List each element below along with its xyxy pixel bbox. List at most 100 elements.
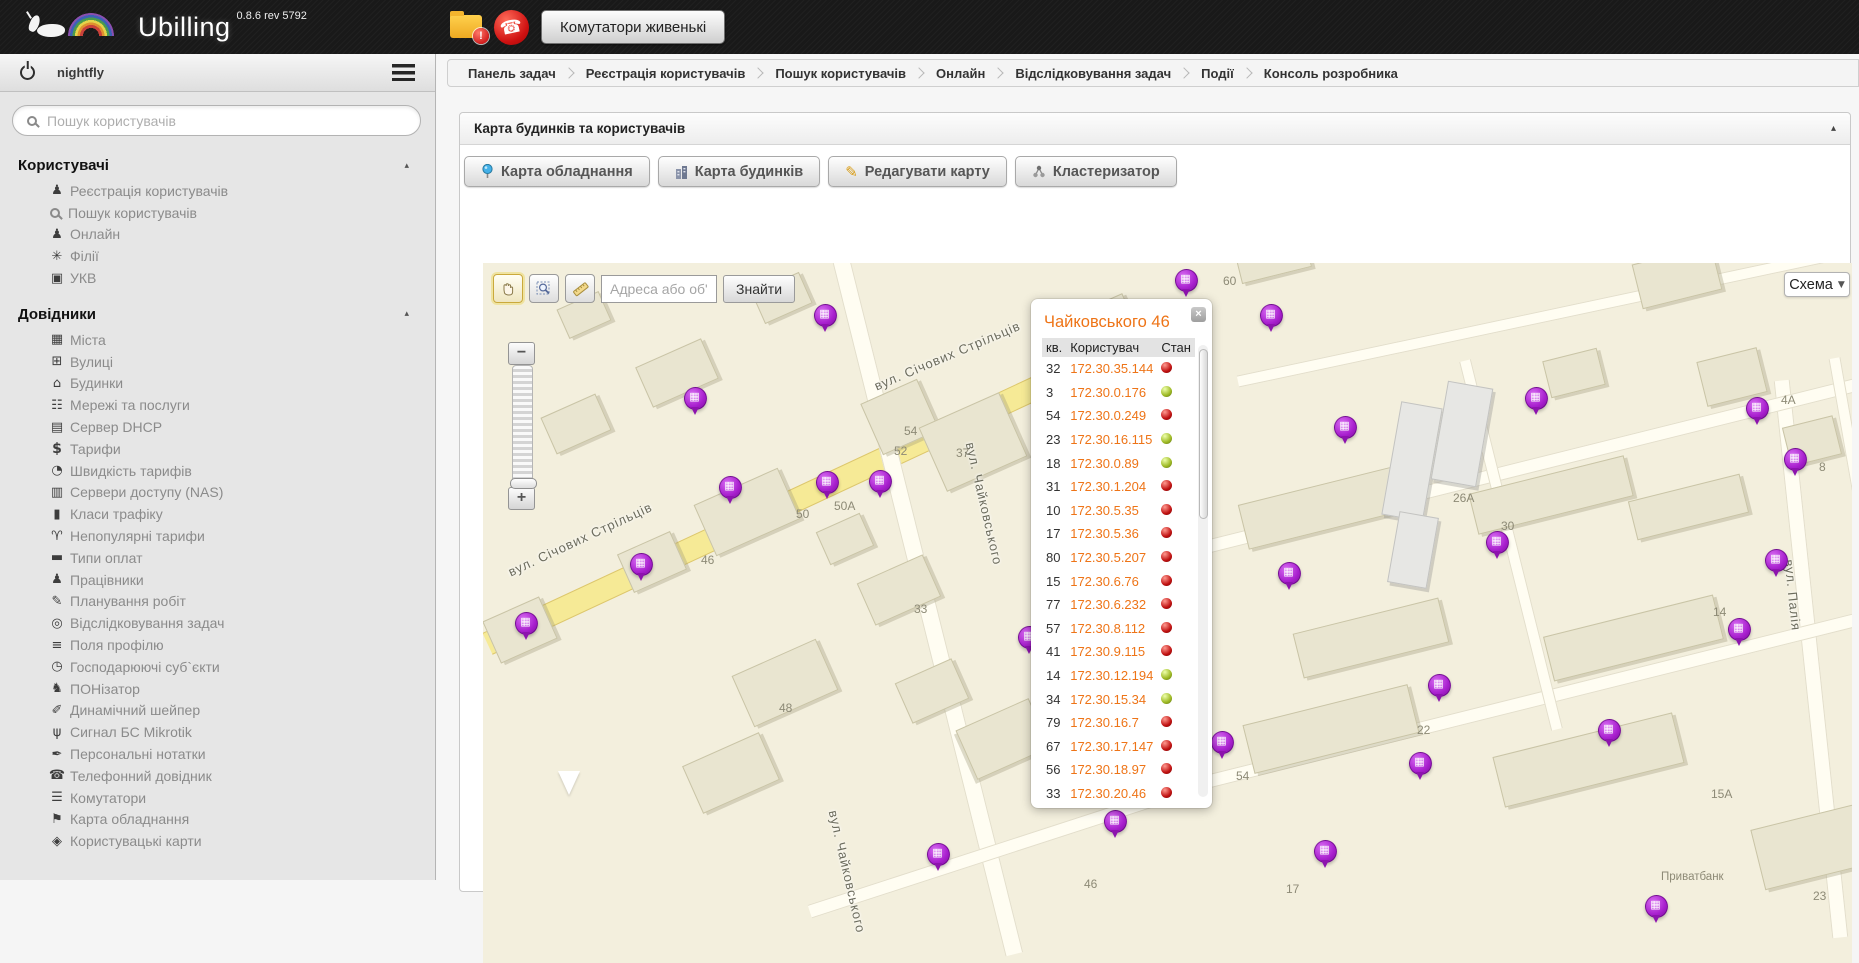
sidebar-section-title[interactable]: Користувачі ▴ (0, 140, 435, 180)
building-map-pin[interactable]: ▦ (1408, 752, 1432, 782)
user-ip-link[interactable]: 172.30.8.112 (1066, 617, 1157, 641)
building-map-pin[interactable]: ▦ (1783, 448, 1807, 478)
building-map-pin[interactable]: ▦ (718, 476, 742, 506)
sidebar-item-nas-server[interactable]: ▥ Сервери доступу (NAS) (0, 482, 435, 504)
sidebar-item-user-maps[interactable]: ◈ Користувацькі карти (0, 830, 435, 852)
building-map-pin[interactable]: ▦ (1210, 731, 1234, 761)
sidebar-item-dynamic-shaper[interactable]: ✐ Динамічний шейпер (0, 700, 435, 722)
buildings-map-button[interactable]: Карта будинків (657, 156, 821, 187)
user-ip-link[interactable]: 172.30.17.147 (1066, 735, 1157, 759)
user-ip-link[interactable]: 172.30.0.176 (1066, 381, 1157, 405)
sidebar-item-sheep[interactable]: ♈ Непопулярні тарифи (0, 525, 435, 547)
building-map-pin[interactable]: ▦ (813, 304, 837, 334)
building-map-pin[interactable]: ▦ (1745, 397, 1769, 427)
breadcrumb-item[interactable]: Онлайн (930, 66, 991, 81)
sidebar-item-street[interactable]: ⊞ Вулиці (0, 351, 435, 373)
sidebar-item-network[interactable]: ☷ Мережі та послуги (0, 394, 435, 416)
breadcrumb-item[interactable]: Панель задач (462, 66, 562, 81)
logout-power-icon[interactable] (20, 65, 35, 80)
sidebar-item-spider[interactable]: ✳ Філії (0, 245, 435, 267)
zoom-select-tool[interactable] (529, 274, 559, 303)
user-ip-link[interactable]: 172.30.35.144 (1066, 357, 1157, 381)
building-map-pin[interactable]: ▦ (1764, 549, 1788, 579)
building-map-pin[interactable]: ▦ (1597, 719, 1621, 749)
user-ip-link[interactable]: 172.30.16.115 (1066, 428, 1157, 452)
sidebar-item-phonebook[interactable]: ☎ Телефонний довідник (0, 765, 435, 787)
sidebar-item-payment-type[interactable]: ▬ Типи оплат (0, 547, 435, 569)
popup-close-icon[interactable]: × (1191, 307, 1206, 322)
sidebar-item-user-add[interactable]: ♟ Реєстрація користувачів (0, 180, 435, 202)
building-map-pin[interactable]: ▦ (514, 612, 538, 642)
sidebar-item-tv[interactable]: ▣ УКВ (0, 267, 435, 289)
sidebar-section-title[interactable]: Довідники ▴ (0, 289, 435, 329)
section-collapse-icon[interactable]: ▴ (404, 309, 409, 319)
sidebar-item-switches[interactable]: ☰ Комутатори (0, 787, 435, 809)
user-ip-link[interactable]: 172.30.1.204 (1066, 475, 1157, 499)
building-map-pin[interactable]: ▦ (1524, 387, 1548, 417)
user-ip-link[interactable]: 172.30.0.249 (1066, 404, 1157, 428)
building-map-pin[interactable]: ▦ (1644, 895, 1668, 925)
sidebar-item-dhcp-server[interactable]: ▤ Сервер DHCP (0, 416, 435, 438)
switches-live-button[interactable]: Комутатори живенькі (541, 10, 726, 44)
sidebar-item-tariff-dollar[interactable]: $ Тарифи (0, 438, 435, 460)
sidebar-item-personal-notes[interactable]: ✒ Персональні нотатки (0, 743, 435, 765)
user-ip-link[interactable]: 172.30.9.115 (1066, 640, 1157, 664)
section-collapse-icon[interactable]: ▴ (404, 161, 409, 171)
sidebar-item-bs-signal[interactable]: ψ Сигнал БС Mikrotik (0, 721, 435, 743)
building-map-pin[interactable]: ▦ (1427, 674, 1451, 704)
zoom-out-button[interactable]: − (508, 342, 535, 365)
building-map-pin[interactable]: ▦ (683, 387, 707, 417)
sidebar-item-task-tracking[interactable]: ◎ Відслідковування задач (0, 612, 435, 634)
sidebar-item-ponizator[interactable]: ♞ ПОНізатор (0, 678, 435, 700)
building-map-pin[interactable]: ▦ (1727, 618, 1751, 648)
panel-collapse-arrow[interactable]: ▴ (1831, 123, 1836, 134)
user-ip-link[interactable]: 172.30.18.97 (1066, 758, 1157, 782)
pan-hand-tool[interactable] (493, 274, 523, 303)
map-address-input[interactable] (601, 274, 717, 303)
clusterizer-button[interactable]: Кластеризатор (1014, 156, 1177, 187)
building-map-pin[interactable]: ▦ (1259, 304, 1283, 334)
building-map-pin[interactable]: ▦ (1485, 531, 1509, 561)
user-ip-link[interactable]: 172.30.5.35 (1066, 499, 1157, 523)
user-search-input[interactable] (47, 112, 406, 129)
edit-map-button[interactable]: ✎ Редагувати карту (828, 156, 1007, 187)
map-find-button[interactable]: Знайти (723, 274, 796, 303)
sidebar-item-equipment-map[interactable]: ⚑ Карта обладнання (0, 809, 435, 831)
user-ip-link[interactable]: 172.30.20.46 (1066, 782, 1157, 806)
building-map-pin[interactable]: ▦ (1277, 562, 1301, 592)
building-map-pin[interactable]: ▦ (815, 471, 839, 501)
messages-folder-icon[interactable]: ! (450, 11, 489, 44)
equipment-map-button[interactable]: Карта обладнання (464, 156, 650, 187)
sidebar-item-profile-fields[interactable]: ≡ Поля профілю (0, 634, 435, 656)
menu-burger-icon[interactable] (392, 64, 415, 81)
sidebar-item-users-online[interactable]: ♟ Онлайн (0, 224, 435, 246)
building-map-pin[interactable]: ▦ (1333, 416, 1357, 446)
breadcrumb-item[interactable]: Відслідковування задач (1009, 66, 1177, 81)
popup-scrollbar[interactable] (1198, 345, 1208, 797)
sidebar-item-city[interactable]: ▦ Міста (0, 329, 435, 351)
breadcrumb-item[interactable]: Реєстрація користувачів (580, 66, 752, 81)
user-ip-link[interactable]: 172.30.12.194 (1066, 664, 1157, 688)
sidebar-item-house[interactable]: ⌂ Будинки (0, 373, 435, 395)
zoom-in-button[interactable]: + (508, 487, 535, 510)
sidebar-item-traffic-class[interactable]: ▮ Класи трафіку (0, 503, 435, 525)
building-map-pin[interactable]: ▦ (926, 843, 950, 873)
user-ip-link[interactable]: 172.30.15.34 (1066, 687, 1157, 711)
layer-select-button[interactable]: Схема ▼ (1784, 272, 1850, 297)
user-ip-link[interactable]: 172.30.6.232 (1066, 593, 1157, 617)
building-map-pin[interactable]: ▦ (629, 553, 653, 583)
user-ip-link[interactable]: 172.30.16.7 (1066, 711, 1157, 735)
sidebar-item-speedometer[interactable]: ◔ Швидкість тарифів (0, 460, 435, 482)
building-map-pin[interactable]: ▦ (868, 470, 892, 500)
map-canvas[interactable]: вул. Січових Стрільців вул. Січових Стріл… (483, 263, 1852, 963)
building-map-pin[interactable]: ▦ (1313, 840, 1337, 870)
sidebar-item-search[interactable]: Пошук користувачів (0, 202, 435, 224)
phone-icon[interactable]: ☎ (494, 9, 529, 45)
breadcrumb-item[interactable]: Пошук користувачів (769, 66, 912, 81)
popup-scrollbar-thumb[interactable] (1198, 349, 1208, 519)
sidebar-item-business-entity[interactable]: ◷ Господарюючі суб`єкти (0, 656, 435, 678)
breadcrumb-item[interactable]: Консоль розробника (1258, 66, 1404, 81)
zoom-slider-track[interactable] (509, 365, 537, 489)
user-ip-link[interactable]: 172.30.0.89 (1066, 451, 1157, 475)
user-ip-link[interactable]: 172.30.5.207 (1066, 546, 1157, 570)
